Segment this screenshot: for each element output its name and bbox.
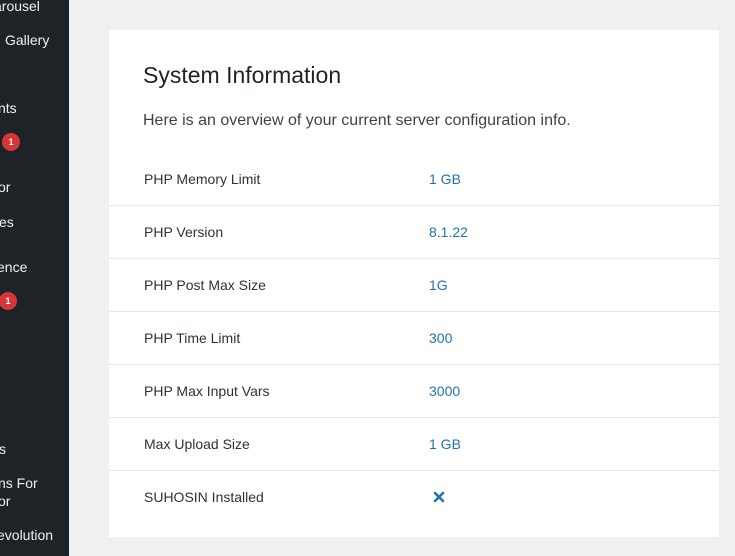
table-row: PHP Time Limit 300	[109, 312, 719, 365]
row-label: Max Upload Size	[144, 436, 250, 452]
sidebar-item-revolution[interactable]: evolution	[0, 526, 53, 544]
sidebar-item-addons-for-line2[interactable]: or	[0, 492, 10, 510]
sidebar-item-carousel[interactable]: arousel	[0, 0, 40, 15]
row-value: 3000	[429, 383, 461, 399]
row-label: PHP Version	[144, 224, 224, 240]
row-value: 1G	[429, 277, 448, 293]
sidebar-item-gallery[interactable]: Gallery	[5, 31, 49, 49]
table-row: Max Upload Size 1 GB	[109, 418, 719, 471]
table-row: PHP Memory Limit 1 GB	[109, 153, 719, 206]
row-label: PHP Memory Limit	[144, 171, 261, 187]
row-value: 300	[429, 330, 453, 346]
card-description: Here is an overview of your current serv…	[143, 112, 571, 129]
sidebar-update-badge: 1	[0, 292, 17, 310]
sidebar-item-appearance[interactable]: ence	[0, 258, 27, 276]
row-label: PHP Time Limit	[144, 330, 241, 346]
system-info-table: PHP Memory Limit 1 GB PHP Version 8.1.22…	[109, 153, 719, 524]
row-value: 1 GB	[429, 171, 461, 187]
row-value: 8.1.22	[429, 224, 468, 240]
table-row: PHP Version 8.1.22	[109, 206, 719, 259]
sidebar-item-pages[interactable]: es	[0, 213, 14, 231]
cross-icon	[432, 490, 446, 504]
row-value: 1 GB	[429, 436, 461, 452]
admin-sidebar: arousel Gallery nts 1 or es ence 1 s ns …	[0, 0, 69, 556]
sidebar-notification-badge: 1	[2, 133, 20, 151]
row-label: PHP Max Input Vars	[144, 383, 270, 399]
sidebar-item-comments[interactable]: nts	[0, 99, 17, 117]
sidebar-item-addons-for[interactable]: ns For	[0, 474, 38, 492]
table-row: PHP Max Input Vars 3000	[109, 365, 719, 418]
sidebar-item-editor[interactable]: or	[0, 178, 10, 196]
table-row: PHP Post Max Size 1G	[109, 259, 719, 312]
system-information-card: System Information Here is an overview o…	[109, 30, 719, 537]
row-label: PHP Post Max Size	[144, 277, 266, 293]
table-row: SUHOSIN Installed	[109, 471, 719, 524]
sidebar-item-settings[interactable]: s	[0, 440, 6, 458]
row-label: SUHOSIN Installed	[144, 489, 264, 505]
page-title: System Information	[143, 62, 342, 88]
